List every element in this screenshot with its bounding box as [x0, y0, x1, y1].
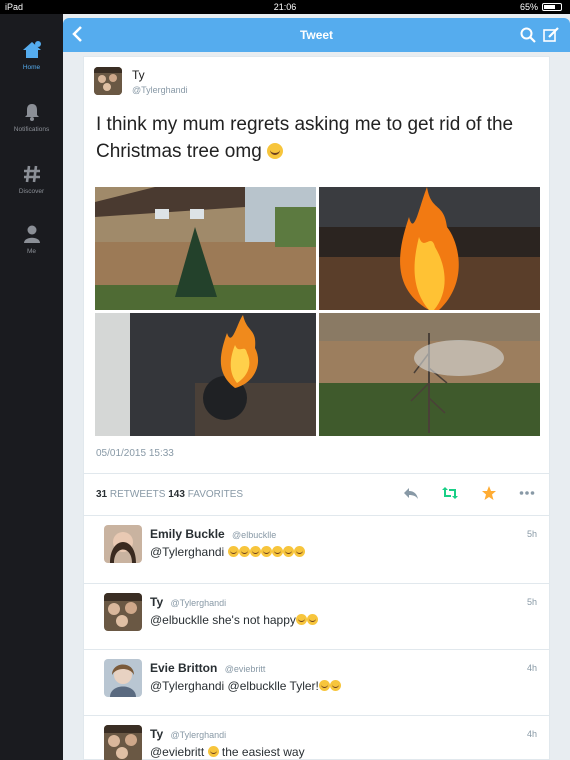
- author-name[interactable]: Ty: [132, 68, 145, 82]
- laughing-emoji-icon: [318, 680, 330, 691]
- divider: [84, 473, 549, 474]
- reply-text: @elbucklle she's not happy: [150, 613, 318, 627]
- avatar[interactable]: [94, 67, 122, 95]
- divider: [84, 583, 549, 584]
- tweet-actions: [403, 485, 535, 501]
- tweet-stats: 31 RETWEETS 143 FAVORITES: [96, 489, 243, 500]
- laughing-emoji-icon: [260, 546, 272, 557]
- reply-text-content: the easiest way: [221, 745, 305, 759]
- reply-time: 5h: [526, 529, 537, 539]
- avatar[interactable]: [104, 659, 142, 697]
- search-icon[interactable]: [520, 27, 536, 43]
- retweet-icon[interactable]: [441, 486, 459, 500]
- reply-text: @Tylerghandi @elbucklle Tyler!: [150, 679, 341, 693]
- bell-icon: [24, 104, 39, 121]
- laughing-emoji-icon: [227, 546, 239, 557]
- sidebar-item-label: Me: [26, 248, 37, 255]
- reply-author-handle[interactable]: @elbucklle: [232, 530, 276, 540]
- sidebar-item-label: Notifications: [13, 126, 50, 133]
- favorite-star-icon[interactable]: [481, 485, 497, 501]
- reply-author[interactable]: Ty @Tylerghandi: [150, 595, 226, 609]
- reply-author-name[interactable]: Evie Britton: [150, 661, 217, 675]
- laughing-emoji-icon: [249, 546, 261, 557]
- sidebar: Home Notifications Discover Me: [0, 14, 63, 760]
- reply-author-name[interactable]: Ty: [150, 727, 163, 741]
- reply-item[interactable]: Emily Buckle @elbucklle @Tylerghandi 5h: [84, 517, 549, 583]
- clock: 21:06: [273, 2, 297, 12]
- reply-author-name[interactable]: Ty: [150, 595, 163, 609]
- reply-item[interactable]: Evie Britton @eviebritt @Tylerghandi @el…: [84, 651, 549, 717]
- reply-item[interactable]: Ty @Tylerghandi @eviebritt the easiest w…: [84, 717, 549, 760]
- reply-item[interactable]: Ty @Tylerghandi @elbucklle she's not hap…: [84, 585, 549, 651]
- laughing-emoji-icon: [329, 680, 341, 691]
- reply-author-handle[interactable]: @Tylerghandi: [170, 730, 226, 740]
- tweet-text: I think my mum regrets asking me to get …: [96, 111, 541, 165]
- laughing-emoji-icon: [238, 546, 250, 557]
- reply-text-content: @Tylerghandi @elbucklle Tyler!: [150, 679, 319, 693]
- reply-text-content: @elbucklle she's not happy: [150, 613, 296, 627]
- avatar[interactable]: [104, 593, 142, 631]
- laughing-emoji-icon: [282, 546, 294, 557]
- reply-text-content: @eviebritt: [150, 745, 205, 759]
- retweet-count[interactable]: 31: [96, 489, 107, 500]
- battery-indicator: 65%: [520, 2, 562, 12]
- sidebar-item-home[interactable]: Home: [0, 40, 63, 71]
- tweet-card: Ty @Tylerghandi I think my mum regrets a…: [83, 56, 550, 760]
- tweet-photo[interactable]: [319, 313, 540, 436]
- favorite-count[interactable]: 143: [168, 489, 185, 500]
- reply-author[interactable]: Evie Britton @eviebritt: [150, 661, 265, 675]
- more-icon[interactable]: [519, 490, 535, 496]
- laughing-emoji-icon: [207, 746, 219, 757]
- divider: [84, 715, 549, 716]
- reply-author-handle[interactable]: @Tylerghandi: [170, 598, 226, 608]
- top-bar: Tweet: [63, 18, 570, 52]
- smile-emoji-icon: [295, 614, 307, 625]
- page-title: Tweet: [299, 28, 334, 42]
- laughing-emoji-icon: [267, 143, 284, 159]
- battery-percent: 65%: [519, 2, 538, 12]
- laughing-emoji-icon: [306, 614, 318, 625]
- compose-icon[interactable]: [542, 26, 560, 44]
- laughing-emoji-icon: [293, 546, 305, 557]
- home-icon: [22, 41, 41, 58]
- reply-icon[interactable]: [403, 486, 419, 500]
- reply-author-name[interactable]: Emily Buckle: [150, 527, 225, 541]
- sidebar-item-label: Home: [22, 64, 41, 71]
- avatar[interactable]: [104, 525, 142, 563]
- hashtag-icon: [23, 165, 40, 183]
- author-handle[interactable]: @Tylerghandi: [132, 85, 188, 95]
- tweet-timestamp: 05/01/2015 15:33: [96, 448, 174, 459]
- battery-icon: [542, 3, 562, 11]
- reply-text: @eviebritt the easiest way: [150, 745, 305, 759]
- reply-text-content: @Tylerghandi: [150, 545, 225, 559]
- status-bar: iPad 21:06 65%: [0, 0, 570, 14]
- tweet-photo[interactable]: [95, 187, 316, 310]
- divider: [84, 515, 549, 516]
- reply-author[interactable]: Ty @Tylerghandi: [150, 727, 226, 741]
- avatar[interactable]: [104, 725, 142, 760]
- reply-author-handle[interactable]: @eviebritt: [225, 664, 266, 674]
- sidebar-item-me[interactable]: Me: [0, 224, 63, 255]
- reply-time: 4h: [526, 663, 537, 673]
- favorite-label[interactable]: FAVORITES: [188, 489, 243, 500]
- sidebar-item-discover[interactable]: Discover: [0, 164, 63, 195]
- reply-author[interactable]: Emily Buckle @elbucklle: [150, 527, 276, 541]
- reply-time: 5h: [526, 597, 537, 607]
- tweet-photo[interactable]: [319, 187, 540, 310]
- laughing-emoji-icon: [271, 546, 283, 557]
- reply-text: @Tylerghandi: [150, 545, 305, 559]
- retweet-label[interactable]: RETWEETS: [110, 489, 166, 500]
- person-icon: [23, 225, 40, 243]
- tweet-panel: Tweet Ty @Tylerghandi I think my mum reg…: [63, 14, 570, 760]
- divider: [84, 649, 549, 650]
- reply-time: 4h: [526, 729, 537, 739]
- sidebar-item-notifications[interactable]: Notifications: [0, 102, 63, 133]
- tweet-text-content: I think my mum regrets asking me to get …: [96, 114, 514, 162]
- sidebar-item-label: Discover: [18, 188, 45, 195]
- tweet-photo[interactable]: [95, 313, 316, 436]
